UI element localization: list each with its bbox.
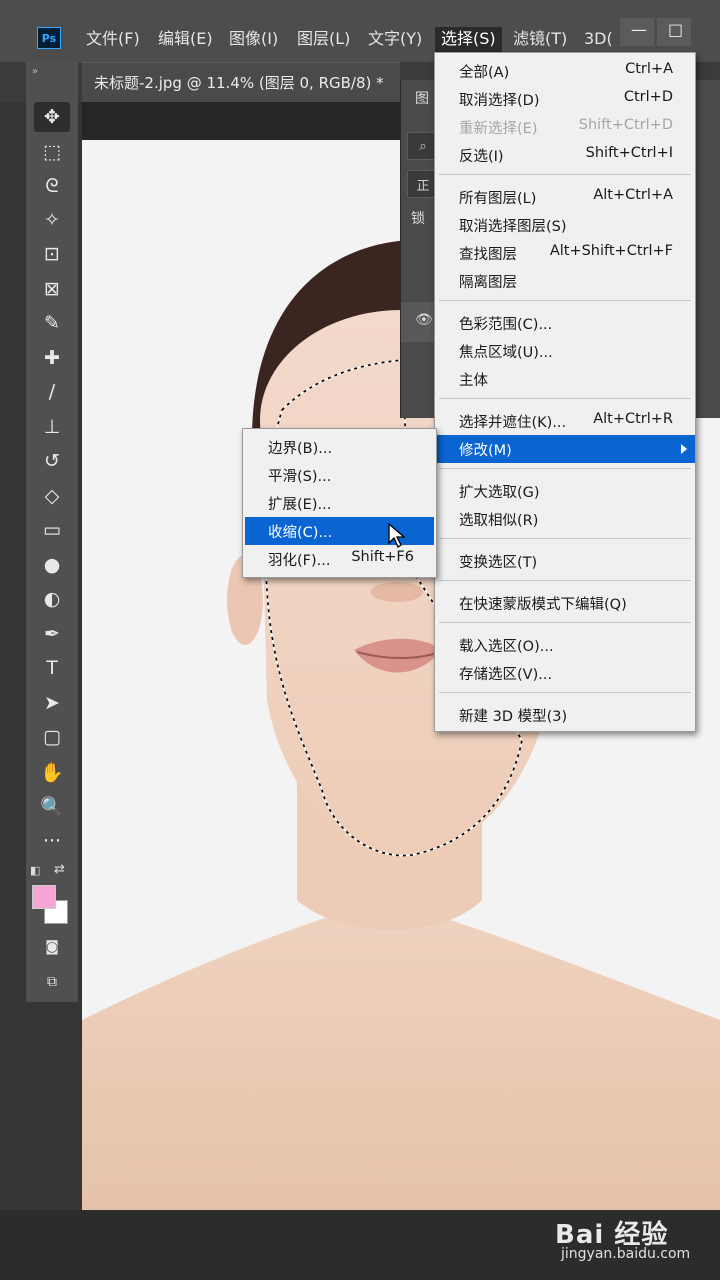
watermark-url: jingyan.baidu.com (561, 1246, 691, 1262)
menu-item-find-layers[interactable]: 查找图层 Alt+Shift+Ctrl+F (435, 239, 695, 267)
menu-item-similar[interactable]: 选取相似(R) (435, 505, 695, 533)
menu-item-inverse[interactable]: 反选(I) Shift+Ctrl+I (435, 141, 695, 169)
mouse-cursor-icon (388, 523, 406, 548)
history-brush-tool[interactable]: ↺ (34, 446, 70, 476)
menu-item-deselect[interactable]: 取消选择(D) Ctrl+D (435, 85, 695, 113)
default-colors-icon[interactable]: ◧ (30, 864, 40, 877)
move-tool[interactable]: ✥ (34, 102, 70, 132)
blur-tool[interactable]: ● (34, 550, 70, 580)
menu-item-focus-area[interactable]: 焦点区域(U)... (435, 337, 695, 365)
brush-tool[interactable]: ∕ (34, 377, 70, 407)
menu-item-reselect: 重新选择(E) Shift+Ctrl+D (459, 117, 673, 137)
document-tab[interactable]: 未标题-2.jpg @ 11.4% (图层 0, RGB/8) * (82, 62, 400, 102)
zoom-tool[interactable]: 🔍 (34, 791, 70, 821)
menu-file[interactable]: 文件(F) (86, 27, 140, 53)
menu-item-grow[interactable]: 扩大选取(G) (435, 477, 695, 505)
menu-filter[interactable]: 滤镜(T) (513, 27, 567, 53)
menu-item-quick-mask[interactable]: 在快速蒙版模式下编辑(Q) (435, 589, 695, 617)
select-menu: 全部(A) Ctrl+A 取消选择(D) Ctrl+D 重新选择(E) Shift+C… (434, 52, 696, 732)
submenu-arrow-icon (681, 444, 687, 454)
rectangle-tool[interactable]: ▢ (34, 722, 70, 752)
gradient-tool[interactable]: ▭ (34, 515, 70, 545)
crop-tool[interactable]: ⊡ (34, 239, 70, 269)
menu-item-color-range[interactable]: 色彩范围(C)... (435, 309, 695, 337)
eyedropper-tool[interactable]: ✎ (34, 308, 70, 338)
type-tool[interactable]: T (34, 653, 70, 683)
menu-item-save-selection[interactable]: 存储选区(V)... (435, 659, 695, 687)
eraser-tool[interactable]: ◇ (34, 481, 70, 511)
hand-tool[interactable]: ✋ (34, 757, 70, 787)
restore-icon: □ (668, 20, 684, 39)
dodge-tool[interactable]: ◐ (34, 584, 70, 614)
menu-item-modify[interactable]: 修改(M) (435, 435, 695, 463)
submenu-item-feather[interactable]: 羽化(F)... Shift+F6 (245, 545, 434, 573)
submenu-item-expand[interactable]: 扩展(E)... (245, 489, 434, 517)
magic-wand-tool[interactable]: ✧ (34, 205, 70, 235)
menu-item-new-3d-extrusion[interactable]: 新建 3D 模型(3) (435, 701, 695, 729)
menu-divider (439, 300, 691, 301)
menu-item-all-layers[interactable]: 所有图层(L) Alt+Ctrl+A (435, 183, 695, 211)
frame-tool[interactable]: ⊠ (34, 274, 70, 304)
restore-button[interactable]: □ (657, 18, 691, 46)
document-tab-title: 未标题-2.jpg @ 11.4% (图层 0, RGB/8) * (94, 74, 384, 92)
menu-item-subject[interactable]: 主体 (435, 365, 695, 393)
menu-type[interactable]: 文字(Y) (368, 27, 422, 53)
healing-brush-tool[interactable]: ✚ (34, 343, 70, 373)
menu-item-select-and-mask[interactable]: 选择并遮住(K)... Alt+Ctrl+R (435, 407, 695, 435)
submenu-item-border[interactable]: 边界(B)... (245, 433, 434, 461)
lasso-tool[interactable]: ᘓ (34, 171, 70, 201)
menu-3d[interactable]: 3D( (584, 27, 613, 53)
menu-divider (439, 692, 691, 693)
layers-panel-title[interactable]: 图 (415, 88, 429, 108)
minimize-button[interactable]: — (620, 18, 654, 46)
quick-mask-icon[interactable]: ◙ (34, 932, 70, 962)
pen-tool[interactable]: ✒ (34, 619, 70, 649)
more-tools[interactable]: ··· (34, 826, 70, 856)
menu-select[interactable]: 选择(S) (435, 27, 502, 53)
modify-submenu: 边界(B)... 平滑(S)... 扩展(E)... 收缩(C)... 羽化(F… (242, 428, 437, 578)
eye-icon[interactable]: 👁 (415, 312, 433, 328)
menu-divider (439, 580, 691, 581)
photoshop-logo: Ps (37, 27, 61, 49)
layer-row[interactable]: 👁 (401, 302, 435, 342)
baidu-watermark: Bai 经验 jingyan.baidu.com (555, 1210, 715, 1270)
screen-mode-icon[interactable]: ⧉ (34, 967, 70, 997)
menu-item-deselect-layers[interactable]: 取消选择图层(S) (435, 211, 695, 239)
path-selection-tool[interactable]: ➤ (34, 688, 70, 718)
menu-divider (439, 538, 691, 539)
menu-image[interactable]: 图像(I) (229, 27, 278, 53)
foreground-color-swatch[interactable] (32, 885, 56, 909)
menu-edit[interactable]: 编辑(E) (158, 27, 213, 53)
menu-divider (439, 174, 691, 175)
menu-divider (439, 398, 691, 399)
clone-stamp-tool[interactable]: ⊥ (34, 412, 70, 442)
marquee-tool[interactable]: ⬚ (34, 137, 70, 167)
menu-divider (439, 622, 691, 623)
menu-item-select-all[interactable]: 全部(A) Ctrl+A (435, 57, 695, 85)
swap-colors-icon[interactable]: ⇄ (54, 862, 65, 877)
tools-panel: » ✥ ⬚ ᘓ ✧ ⊡ ⊠ ✎ ✚ ∕ ⊥ ↺ ◇ ▭ ● ◐ ✒ T ➤ ▢ … (26, 62, 78, 1002)
menu-item-transform-selection[interactable]: 变换选区(T) (435, 547, 695, 575)
menu-layer[interactable]: 图层(L) (297, 27, 350, 53)
menu-item-isolate-layers[interactable]: 隔离图层 (435, 267, 695, 295)
submenu-item-smooth[interactable]: 平滑(S)... (245, 461, 434, 489)
lock-label: 锁 (411, 211, 425, 227)
menu-divider (439, 468, 691, 469)
menu-item-load-selection[interactable]: 载入选区(O)... (435, 631, 695, 659)
collapse-icon[interactable]: » (32, 66, 38, 77)
minimize-icon: — (631, 20, 647, 39)
